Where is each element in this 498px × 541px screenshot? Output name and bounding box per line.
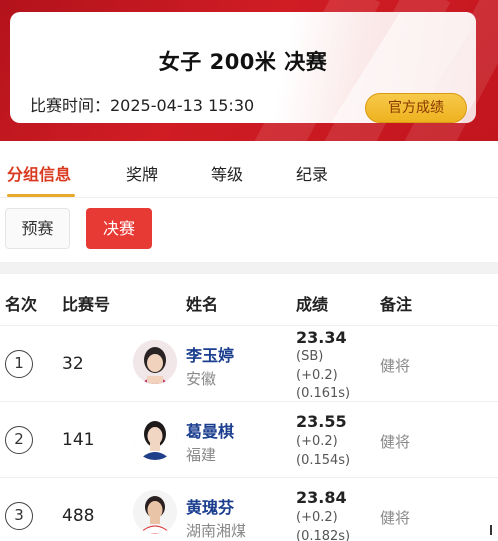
header-result: 成绩 [296, 295, 329, 314]
section-divider [0, 262, 498, 274]
result-reaction: (0.182s) [296, 529, 351, 541]
table-row[interactable]: 1 32 李玉婷 安徽 23.34 (SB) (+0.2) (0.161s) 健… [0, 326, 498, 402]
bib-number: 141 [62, 430, 95, 450]
round-selector: 预赛 决赛 [0, 198, 498, 262]
athlete-region: 安徽 [186, 370, 217, 388]
rank-badge: 2 [5, 426, 33, 454]
avatar-image [133, 416, 177, 460]
result-wind: (+0.2) [296, 434, 338, 449]
avatar-image [133, 340, 177, 384]
athlete-name[interactable]: 李玉婷 [186, 342, 234, 366]
bib-number: 32 [62, 354, 84, 374]
result-wind: (+0.2) [296, 368, 338, 383]
grade-note: 健将 [380, 433, 411, 451]
event-card: 女子 200米 决赛 比赛时间：2025-04-13 15:30 官方成绩 [10, 12, 476, 123]
results-table-header: 名次 比赛号 姓名 成绩 备注 [0, 274, 498, 326]
result-time: 23.34 [296, 328, 347, 347]
result-wind: (+0.2) [296, 510, 338, 525]
athlete-avatar[interactable] [133, 490, 177, 534]
athlete-region: 湖南湘煤 [186, 522, 247, 540]
header-rank: 名次 [5, 295, 38, 314]
result-time: 23.55 [296, 412, 347, 431]
athlete-avatar[interactable] [133, 416, 177, 460]
event-time: 比赛时间：2025-04-13 15:30 [30, 96, 255, 115]
active-tab-indicator [7, 194, 75, 197]
result-reaction: (0.161s) [296, 386, 351, 401]
tab-bar: 分组信息 奖牌 等级 纪录 [0, 141, 498, 198]
result-reaction: (0.154s) [296, 453, 351, 468]
scrollbar[interactable] [490, 525, 492, 535]
result-note-sb: (SB) [296, 349, 324, 364]
athlete-region: 福建 [186, 446, 217, 464]
header-bib: 比赛号 [62, 295, 111, 314]
athlete-name[interactable]: 黄瑰芬 [186, 494, 234, 518]
tab-grades[interactable]: 等级 [211, 161, 243, 185]
official-results-button[interactable]: 官方成绩 [365, 93, 467, 123]
table-row[interactable]: 3 488 黄瑰芬 湖南湘煤 23.84 (+0.2) (0.182s) 健将 [0, 478, 498, 541]
tab-medals[interactable]: 奖牌 [126, 161, 158, 185]
bib-number: 488 [62, 506, 95, 526]
final-button[interactable]: 决赛 [86, 208, 152, 249]
tab-records[interactable]: 纪录 [296, 161, 328, 185]
tab-group-info[interactable]: 分组信息 [7, 161, 71, 185]
athlete-name[interactable]: 葛曼棋 [186, 418, 234, 442]
event-title: 女子 200米 决赛 [158, 50, 328, 74]
result-time: 23.84 [296, 488, 347, 507]
header-note: 备注 [380, 295, 413, 314]
event-header: 女子 200米 决赛 比赛时间：2025-04-13 15:30 官方成绩 [0, 0, 498, 141]
heats-button[interactable]: 预赛 [5, 208, 70, 249]
header-name: 姓名 [186, 295, 219, 314]
athlete-avatar[interactable] [133, 340, 177, 384]
rank-badge: 3 [5, 502, 33, 530]
table-row[interactable]: 2 141 葛曼棋 福建 23.55 (+0.2) (0.154s) 健将 [0, 402, 498, 478]
rank-badge: 1 [5, 350, 33, 378]
grade-note: 健将 [380, 509, 411, 527]
grade-note: 健将 [380, 357, 411, 375]
avatar-image [133, 490, 177, 534]
